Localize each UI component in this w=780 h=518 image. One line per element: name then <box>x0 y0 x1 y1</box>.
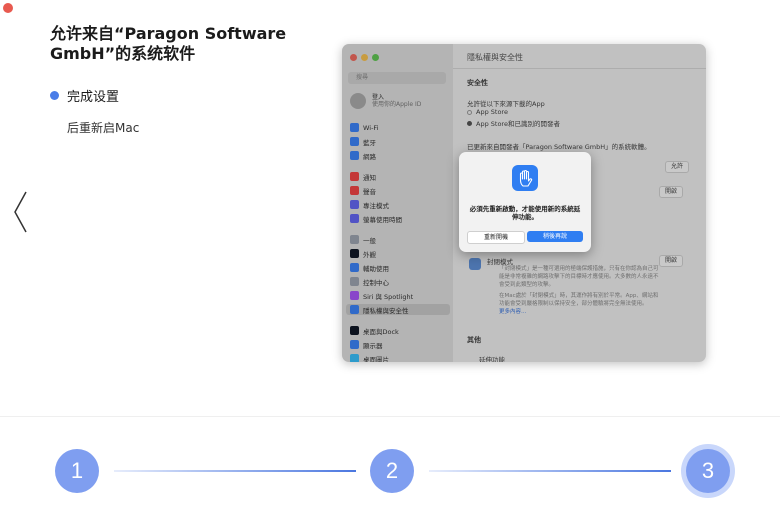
mac-settings-screenshot: 搜尋 登入 使用你的Apple ID Wi-Fi 藍牙 網路 通知 聲音 專注模… <box>342 44 706 362</box>
close-window-dot[interactable] <box>3 3 13 13</box>
step-1-button[interactable]: 1 <box>55 449 99 493</box>
bullet-icon <box>50 91 59 100</box>
restart-dialog: 必須先重新啟動，才能使用新的系統延伸功能。 重新開機 稍後再說 <box>459 152 591 252</box>
later-button: 稍後再說 <box>527 231 583 242</box>
step-connector-2-3 <box>429 470 671 472</box>
step-3-button[interactable]: 3 <box>686 449 730 493</box>
page-title: 允许来自“Paragon Software GmbH”的系统软件 <box>50 24 287 63</box>
hand-icon <box>512 165 538 191</box>
step-status-row: 完成设置 <box>50 86 119 105</box>
step-connector-1-2 <box>114 470 356 472</box>
dialog-message: 必須先重新啟動，才能使用新的系統延伸功能。 <box>469 205 581 221</box>
step-description: 后重新启Mac <box>67 121 140 135</box>
section-divider <box>0 416 780 417</box>
chevron-left-icon[interactable] <box>11 190 31 234</box>
step-label: 完成设置 <box>67 90 120 105</box>
restart-button: 重新開機 <box>467 231 525 244</box>
step-2-button[interactable]: 2 <box>370 449 414 493</box>
